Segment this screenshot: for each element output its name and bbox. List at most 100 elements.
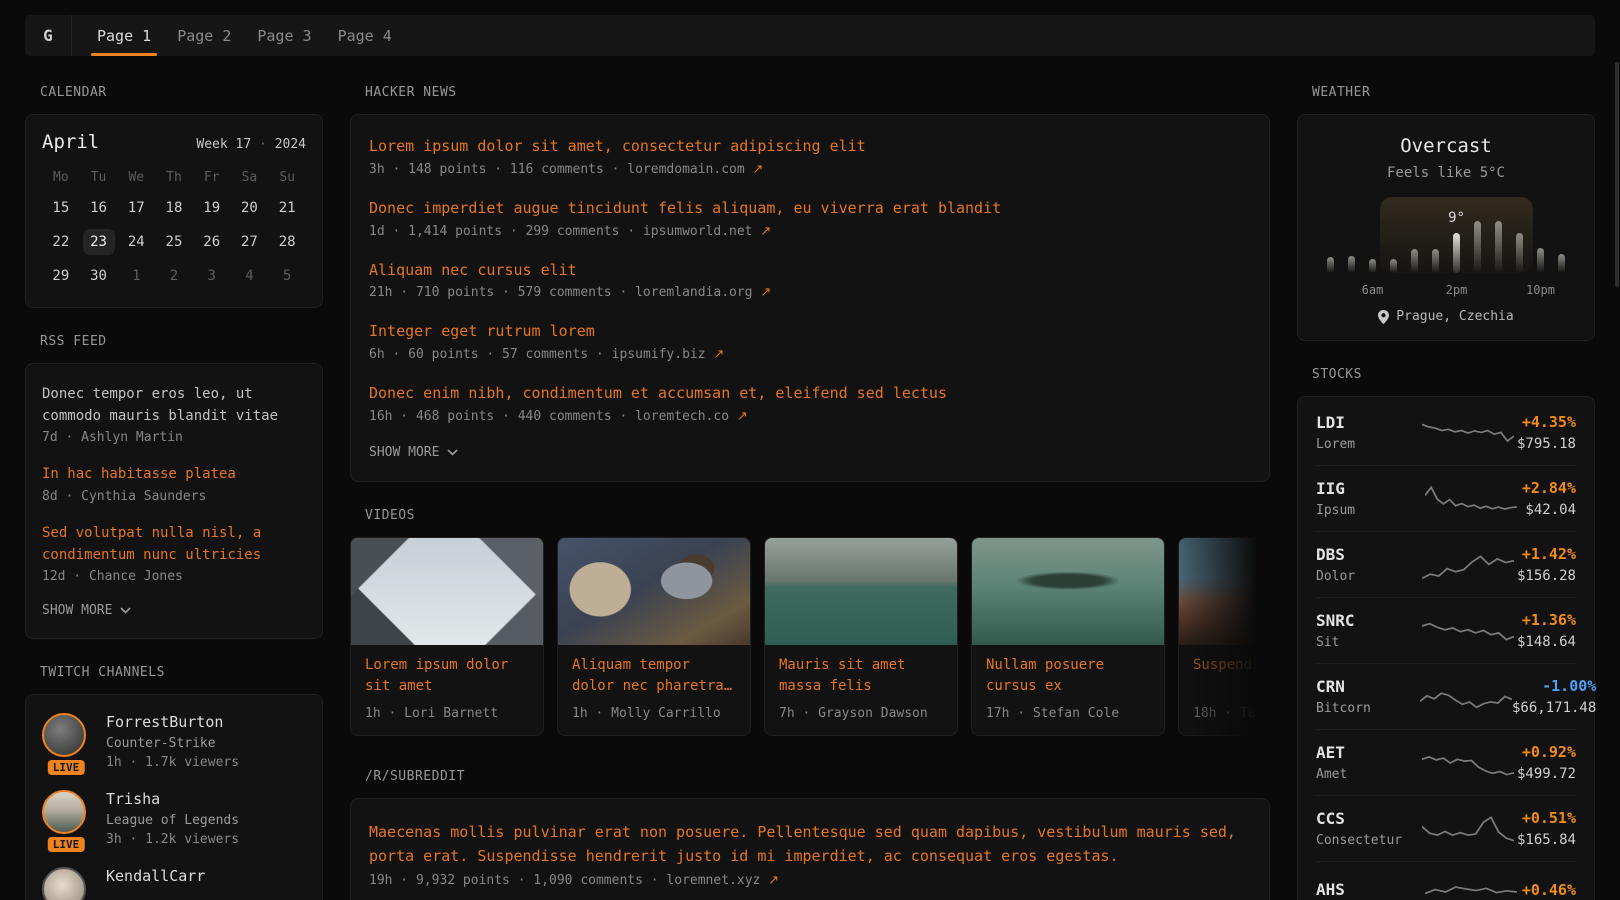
app-logo[interactable]: G (25, 15, 72, 56)
stock-info: LDILorem (1316, 413, 1420, 452)
calendar-day: 28 (271, 229, 303, 255)
calendar-section: CALENDAR April Week 17 · 2024 Mo Tu (25, 85, 323, 308)
calendar-day: 2 (158, 263, 190, 289)
right-column: WEATHER Overcast Feels like 5°C 9°6am2pm… (1297, 85, 1595, 900)
stock-row[interactable]: SNRCSit+1.36%$148.64 (1316, 597, 1576, 663)
stock-row[interactable]: AETAmet+0.92%$499.72 (1316, 729, 1576, 795)
hacker-news-item-title[interactable]: Donec enim nibh, condimentum et accumsan… (369, 383, 1251, 405)
twitch-channel-row[interactable]: LIVE ForrestBurton Counter-Strike 1h · 1… (42, 713, 306, 770)
stock-name: Sit (1316, 635, 1420, 650)
calendar-widget: April Week 17 · 2024 Mo Tu We (25, 114, 323, 308)
stock-name: Lorem (1316, 437, 1420, 452)
stock-change: -1.00% (1512, 677, 1596, 695)
weather-bar (1432, 249, 1439, 273)
hacker-news-item-title[interactable]: Lorem ipsum dolor sit amet, consectetur … (369, 136, 1251, 158)
stock-symbol: SNRC (1316, 611, 1420, 630)
stock-row[interactable]: LDILorem+4.35%$795.18 (1316, 400, 1576, 465)
live-badge: LIVE (46, 758, 87, 777)
weather-bar (1495, 221, 1502, 273)
stock-row[interactable]: IIGIpsum+2.84%$42.04 (1316, 465, 1576, 531)
external-link-icon: ↗ (768, 873, 779, 888)
avatar (42, 790, 86, 834)
twitch-channel-row[interactable]: LIVE Trisha League of Legends 3h · 1.2k … (42, 790, 306, 847)
twitch-section-title: TWITCH CHANNELS (40, 665, 323, 680)
stock-change: +0.51% (1517, 809, 1576, 827)
stock-sparkline (1420, 746, 1517, 780)
stock-name: Ipsum (1316, 503, 1420, 518)
video-meta: 7h · Grayson Dawson (779, 706, 943, 721)
page-tab[interactable]: Page 3 (257, 15, 311, 56)
hacker-news-item: Lorem ipsum dolor sit amet, consectetur … (369, 136, 1251, 177)
video-title[interactable]: Nullam posuere cursus ex (986, 655, 1150, 697)
subreddit-item-domain[interactable]: loremnet.xyz (666, 873, 760, 888)
stock-name: Dolor (1316, 569, 1420, 584)
subreddit-item-title[interactable]: Maecenas mollis pulvinar erat non posuer… (369, 820, 1251, 868)
rss-item-title[interactable]: Sed volutpat nulla nisl, a condimentum n… (42, 523, 306, 566)
video-title[interactable]: Aliquam tempor dolor nec pharetra… (572, 655, 736, 697)
stock-change: +1.36% (1517, 611, 1576, 629)
hacker-news-item-domain[interactable]: ipsumify.biz (612, 347, 706, 362)
video-card[interactable]: Aliquam tempor dolor nec pharetra… 1h · … (557, 537, 751, 736)
hacker-news-show-more-button[interactable]: SHOW MORE (369, 445, 1251, 460)
hacker-news-item-meta: 21h · 710 points · 579 comments · loreml… (369, 285, 1251, 300)
rss-show-more-button[interactable]: SHOW MORE (42, 603, 306, 618)
video-meta: 17h · Stefan Cole (986, 706, 1150, 721)
stock-symbol: DBS (1316, 545, 1420, 564)
stock-row[interactable]: AHS+0.46% (1316, 861, 1576, 900)
stock-row[interactable]: CRNBitcorn-1.00%$66,171.48 (1316, 663, 1576, 729)
video-title[interactable]: Suspendisse diam (1193, 655, 1270, 697)
stock-price: $499.72 (1517, 766, 1576, 782)
page-tab[interactable]: Page 1 (97, 15, 151, 56)
page-tab-label: Page 4 (338, 27, 392, 45)
hacker-news-item-domain[interactable]: loremtech.co (635, 409, 729, 424)
page-tab[interactable]: Page 4 (338, 15, 392, 56)
hacker-news-item-title[interactable]: Donec imperdiet augue tincidunt felis al… (369, 198, 1251, 220)
rss-list: Donec tempor eros leo, ut commodo mauris… (42, 384, 306, 584)
subreddit-item-stats: 19h · 9,932 points · 1,090 comments · (369, 873, 666, 888)
hacker-news-item-domain[interactable]: ipsumworld.net (643, 224, 753, 239)
video-meta: 18h · Tara (1193, 706, 1270, 721)
top-bar: G Page 1 Page 2 Page 3 Page 4 (25, 15, 1595, 56)
calendar-weekday-row: Mo Tu We Th Fr Sa Su (42, 170, 306, 185)
hacker-news-item-domain[interactable]: loremdomain.com (627, 162, 744, 177)
hacker-news-item-meta: 16h · 468 points · 440 comments · loremt… (369, 409, 1251, 424)
external-link-icon: ↗ (760, 224, 771, 239)
video-thumbnail (351, 538, 543, 645)
video-title[interactable]: Lorem ipsum dolor sit amet consectetu… (365, 655, 529, 697)
stock-row[interactable]: DBSDolor+1.42%$156.28 (1316, 531, 1576, 597)
rss-section-title: RSS FEED (40, 334, 323, 349)
videos-section-title: VIDEOS (365, 508, 1270, 523)
video-card[interactable]: Nullam posuere cursus ex 17h · Stefan Co… (971, 537, 1165, 736)
location-pin-icon (1378, 310, 1389, 324)
stock-sparkline (1420, 812, 1517, 846)
calendar-day: 24 (120, 229, 152, 255)
video-card[interactable]: Suspendisse diam 18h · Tara (1178, 537, 1270, 736)
hacker-news-item-title[interactable]: Aliquam nec cursus elit (369, 260, 1251, 282)
page-tab[interactable]: Page 2 (177, 15, 231, 56)
weather-section-title: WEATHER (1312, 85, 1595, 100)
calendar-weekday-label: Sa (242, 170, 258, 185)
stock-info: AHS (1316, 880, 1420, 900)
hacker-news-item-meta: 1d · 1,414 points · 299 comments · ipsum… (369, 224, 1251, 239)
hacker-news-item-domain[interactable]: loremlandia.org (635, 285, 752, 300)
stock-row[interactable]: CCSConsectetur+0.51%$165.84 (1316, 795, 1576, 861)
external-link-icon: ↗ (753, 162, 764, 177)
stock-info: CRNBitcorn (1316, 677, 1420, 716)
video-thumbnail (1179, 538, 1270, 645)
video-card[interactable]: Mauris sit amet massa felis 7h · Grayson… (764, 537, 958, 736)
weather-bar (1474, 221, 1481, 273)
twitch-channel-row[interactable]: LIVE KendallCarr (42, 867, 306, 900)
twitch-channel-name: ForrestBurton (106, 713, 239, 731)
subreddit-item: Maecenas mollis pulvinar erat non posuer… (369, 820, 1251, 888)
hacker-news-item-title[interactable]: Integer eget rutrum lorem (369, 321, 1251, 343)
page-scrollbar[interactable] (1615, 62, 1619, 287)
page-tabs: Page 1 Page 2 Page 3 Page 4 (97, 15, 392, 56)
rss-item-title[interactable]: In hac habitasse platea (42, 464, 306, 486)
weather-bar (1348, 256, 1355, 273)
hacker-news-item: Aliquam nec cursus elit 21h · 710 points… (369, 260, 1251, 301)
video-title[interactable]: Mauris sit amet massa felis (779, 655, 943, 697)
stock-sparkline (1420, 482, 1522, 516)
rss-item-title[interactable]: Donec tempor eros leo, ut commodo mauris… (42, 384, 306, 427)
video-card[interactable]: Lorem ipsum dolor sit amet consectetu… 1… (350, 537, 544, 736)
active-tab-underline (91, 53, 157, 56)
